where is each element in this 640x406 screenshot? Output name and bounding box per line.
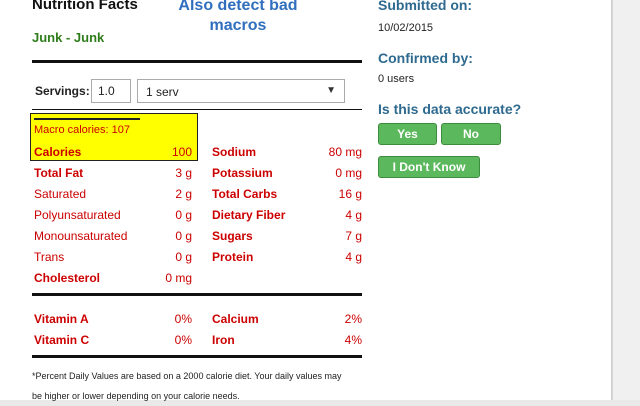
nutrient-label: Trans [34,250,65,264]
vitamin-label: Vitamin C [34,333,90,347]
dont-know-button[interactable]: I Don't Know [378,156,480,178]
servings-input[interactable] [91,79,131,103]
vitamin-value: 0% [174,312,192,326]
nutrient-label: Total Carbs [212,187,278,201]
nutrient-label: Protein [212,250,254,264]
submitted-label: Submitted on: [378,0,473,13]
chevron-down-icon: ▼ [326,85,336,96]
macro-calories-text: Macro calories: 107 [34,124,130,136]
vitamin-value: 4% [344,333,362,347]
calories-value: 100 [171,145,192,159]
daily-values-footnote: *Percent Daily Values are based on a 200… [32,371,342,401]
nutrient-label: Cholesterol [34,271,101,285]
nutrient-value: 16 g [338,187,362,201]
divider-thick [32,355,362,358]
nutrient-label: Polyunsaturated [34,208,121,222]
vitamin-label: Vitamin A [34,312,89,326]
servings-label: Servings: [35,84,90,98]
nutrient-value: 0 g [175,229,192,243]
divider [32,109,362,110]
serving-unit-select[interactable]: 1 serv ▼ [137,79,345,103]
divider-thick [32,293,362,296]
nutrient-label: Monounsaturated [34,229,128,243]
nutrient-label: Saturated [34,187,87,201]
confirmed-count: 0 users [378,73,415,85]
nutrient-label: Total Fat [34,166,84,180]
nutrient-value: 7 g [345,229,362,243]
nutrient-label: Dietary Fiber [212,208,286,222]
submitted-date: 10/02/2015 [378,22,434,34]
vitamin-value: 2% [344,312,362,326]
nutrient-value: 3 g [175,166,192,180]
nutrient-value: 0 g [175,250,192,264]
nutrient-value: 0 mg [165,271,192,285]
vitamin-label: Calcium [212,312,259,326]
divider-thick [32,60,362,63]
divider [34,118,140,120]
nutrient-label: Sugars [212,229,253,243]
vitamin-value: 0% [174,333,192,347]
nutrient-label: Sodium [212,145,256,159]
calories-label: Calories [34,145,82,159]
nutrient-value: 4 g [345,208,362,222]
nutrient-value: 80 mg [328,145,362,159]
nutrient-value: 2 g [175,187,192,201]
yes-button[interactable]: Yes [378,123,437,145]
accuracy-question: Is this data accurate? [378,101,522,117]
nutrient-value: 0 mg [335,166,362,180]
scrollbar[interactable] [612,0,640,400]
serving-unit-value: 1 serv [146,85,179,99]
nutrient-value: 4 g [345,250,362,264]
food-name: Junk - Junk [32,30,105,45]
confirmed-label: Confirmed by: [378,50,473,66]
bad-macros-note: Also detect bad macros [178,0,298,34]
nutrition-facts-title: Nutrition Facts [32,0,138,13]
nutrition-panel: Nutrition Facts Also detect bad macros J… [0,0,612,401]
no-button[interactable]: No [441,123,501,145]
vitamin-label: Iron [212,333,235,347]
nutrient-label: Potassium [212,166,273,180]
nutrient-value: 0 g [175,208,192,222]
